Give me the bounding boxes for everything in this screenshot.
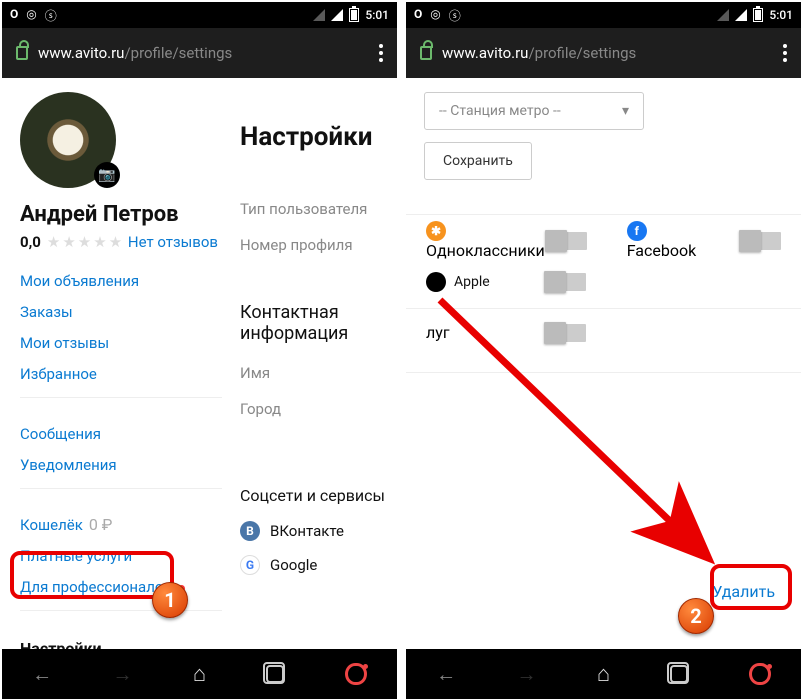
social-vk: ВКонтакте: [270, 522, 344, 540]
avatar[interactable]: 📷: [20, 92, 116, 188]
profile-num-label: Номер профиля: [240, 236, 397, 254]
google-icon: G: [240, 555, 260, 575]
menu-dots-icon[interactable]: [783, 44, 787, 62]
back-button[interactable]: ←: [436, 662, 456, 687]
social-apple: Apple: [454, 274, 490, 290]
opera-status-icon: O: [10, 7, 18, 24]
user-type-label: Тип пользователя: [240, 200, 397, 218]
clock: 5:01: [769, 8, 793, 22]
save-button[interactable]: Сохранить: [424, 142, 532, 180]
url-host: www.avito.ru: [442, 44, 528, 62]
battery-icon: [349, 8, 359, 22]
wifi-icon: [717, 9, 729, 21]
nav-messages[interactable]: Сообщения: [20, 425, 101, 443]
url-host: www.avito.ru: [38, 44, 124, 62]
url-bar[interactable]: www.avito.ru/profile/settings: [2, 28, 397, 78]
wifi-icon: [313, 9, 325, 21]
clock: 5:01: [365, 8, 389, 22]
chevron-down-icon: ▾: [622, 103, 629, 119]
rating-row: 0,0★★★★★ Нет отзывов: [20, 233, 240, 251]
red-dot-icon: [178, 585, 185, 592]
page-title: Настройки: [240, 122, 397, 152]
social-facebook: Facebook: [627, 241, 696, 260]
tabs-button[interactable]: [266, 665, 284, 683]
social-google: Google: [270, 556, 317, 574]
forward-button[interactable]: →: [516, 662, 536, 687]
instagram-icon: ◎: [430, 7, 440, 24]
url-bar[interactable]: www.avito.ru/profile/settings: [406, 28, 801, 78]
city-label: Город: [240, 400, 397, 418]
user-name: Андрей Петров: [20, 202, 240, 227]
tabs-button[interactable]: [670, 665, 688, 683]
bottom-nav: ← → ⌂: [2, 649, 397, 699]
vk-icon: B: [240, 521, 260, 541]
social-odnoklassniki: Одноклассники: [426, 241, 545, 260]
menu-dots-icon[interactable]: [379, 44, 383, 62]
home-button[interactable]: ⌂: [597, 661, 610, 687]
shazam-icon: ⓢ: [449, 7, 461, 24]
opera-button[interactable]: [345, 663, 367, 685]
contact-info-heading: Контактная информация: [240, 302, 397, 344]
home-button[interactable]: ⌂: [193, 661, 206, 687]
socials-heading: Соцсети и сервисы: [240, 486, 397, 505]
forward-button[interactable]: →: [112, 662, 132, 687]
url-path: /profile/settings: [124, 44, 232, 62]
shazam-icon: ⓢ: [45, 7, 57, 24]
opera-button[interactable]: [749, 663, 771, 685]
bottom-nav: ← → ⌂: [406, 649, 801, 699]
delete-link[interactable]: Удалить: [712, 582, 775, 601]
lock-icon: [420, 46, 432, 60]
nav-settings[interactable]: Настройки: [20, 631, 222, 649]
nav-wallet[interactable]: Кошелёк: [20, 516, 83, 534]
url-path: /profile/settings: [528, 44, 636, 62]
opera-status-icon: O: [414, 7, 422, 24]
camera-icon[interactable]: 📷: [94, 162, 120, 188]
apple-icon: [426, 272, 446, 292]
reviews-link[interactable]: Нет отзывов: [128, 233, 218, 251]
nav-my-ads[interactable]: Мои объявления: [20, 272, 139, 290]
nav-favorites[interactable]: Избранное: [20, 365, 97, 383]
nav-pro[interactable]: Для профессионалов: [20, 578, 172, 596]
instagram-icon: ◎: [26, 7, 36, 24]
nav-paid-services[interactable]: Платные услуги: [20, 547, 132, 565]
lock-icon: [16, 46, 28, 60]
nav-orders[interactable]: Заказы: [20, 303, 73, 321]
toggle-unknown[interactable]: [544, 324, 586, 342]
toggle-apple[interactable]: [544, 273, 586, 291]
name-label: Имя: [240, 364, 397, 382]
status-bar: O ◎ ⓢ 5:01: [406, 2, 801, 28]
signal-icon: [331, 9, 343, 21]
odnoklassniki-icon: ✱: [426, 221, 446, 241]
battery-icon: [753, 8, 763, 22]
toggle-odnoklassniki[interactable]: [545, 232, 587, 250]
back-button[interactable]: ←: [32, 662, 52, 687]
signal-icon: [735, 9, 747, 21]
status-bar: O ◎ ⓢ 5:01: [2, 2, 397, 28]
nav-notifications[interactable]: Уведомления: [20, 456, 117, 474]
facebook-icon: f: [627, 221, 647, 241]
lug-text: луг: [426, 323, 450, 342]
metro-select[interactable]: -- Станция метро -- ▾: [424, 92, 644, 130]
nav-reviews[interactable]: Мои отзывы: [20, 334, 109, 352]
toggle-facebook[interactable]: [739, 232, 781, 250]
